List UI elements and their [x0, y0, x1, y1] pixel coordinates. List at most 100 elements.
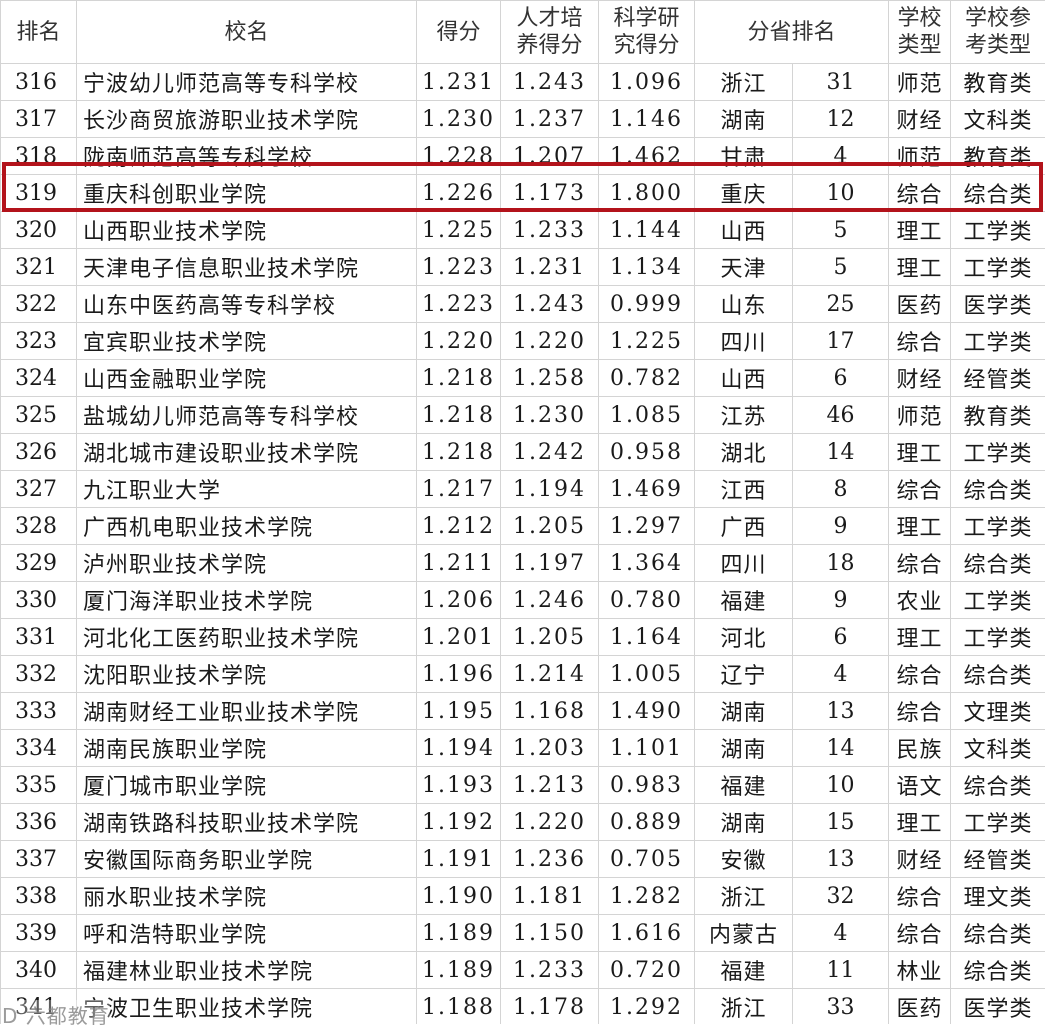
- cell-type: 理工: [888, 618, 952, 656]
- cell-province-rank: 9: [791, 507, 890, 545]
- cell-talent: 1.207: [500, 137, 599, 175]
- cell-name: 山东中医药高等专科学校: [76, 285, 417, 323]
- table-row: 341 宁波卫生职业技术学院 1.188 1.178 1.292 浙江 33 医药 医学类: [0, 988, 1045, 1026]
- cell-province: 四川: [694, 322, 793, 360]
- header-talent-line2: 养得分: [516, 33, 583, 58]
- cell-type: 综合: [888, 914, 952, 952]
- cell-name: 福建林业职业技术学院: [76, 951, 417, 989]
- cell-name: 广西机电职业技术学院: [76, 507, 417, 545]
- cell-name: 湖南铁路科技职业技术学院: [76, 803, 417, 841]
- cell-research: 1.144: [598, 211, 695, 249]
- cell-province-rank: 9: [791, 581, 890, 619]
- cell-name: 陇南师范高等专科学校: [76, 137, 417, 175]
- cell-type: 财经: [888, 100, 952, 138]
- cell-province: 江苏: [694, 396, 793, 434]
- cell-type: 师范: [888, 396, 952, 434]
- cell-reftype: 教育类: [950, 63, 1045, 101]
- cell-talent: 1.181: [500, 877, 599, 915]
- cell-score: 1.223: [416, 248, 501, 286]
- cell-province-rank: 4: [791, 655, 890, 693]
- header-row: 排名 校名 得分 人才培 养得分 科学研 究得分 分省排名 学校 类型 学校参 考类型: [0, 0, 1045, 64]
- cell-rank: 340: [0, 951, 77, 989]
- cell-province-rank: 14: [791, 433, 890, 471]
- cell-province-rank: 8: [791, 470, 890, 508]
- cell-province-rank: 13: [791, 692, 890, 730]
- cell-rank: 337: [0, 840, 77, 878]
- header-type: 学校 类型: [888, 0, 952, 64]
- table-row: 317 长沙商贸旅游职业技术学院 1.230 1.237 1.146 湖南 12 财经 文科类: [0, 100, 1045, 138]
- cell-province-rank: 33: [791, 988, 890, 1026]
- cell-talent: 1.214: [500, 655, 599, 693]
- header-research: 科学研 究得分: [598, 0, 695, 64]
- cell-score: 1.190: [416, 877, 501, 915]
- cell-type: 医药: [888, 285, 952, 323]
- cell-name: 厦门城市职业学院: [76, 766, 417, 804]
- cell-research: 0.780: [598, 581, 695, 619]
- cell-rank: 318: [0, 137, 77, 175]
- table-row: 332 沈阳职业技术学院 1.196 1.214 1.005 辽宁 4 综合 综合类: [0, 655, 1045, 693]
- ranking-table-container: 排名 校名 得分 人才培 养得分 科学研 究得分 分省排名 学校 类型 学校参 考类型 …: [0, 0, 1045, 1032]
- header-research-line2: 究得分: [613, 33, 680, 58]
- cell-province-rank: 12: [791, 100, 890, 138]
- cell-research: 1.146: [598, 100, 695, 138]
- cell-province-rank: 18: [791, 544, 890, 582]
- cell-province: 重庆: [694, 174, 793, 212]
- cell-score: 1.212: [416, 507, 501, 545]
- cell-type: 语文: [888, 766, 952, 804]
- cell-rank: 330: [0, 581, 77, 619]
- cell-province-rank: 14: [791, 729, 890, 767]
- cell-research: 1.297: [598, 507, 695, 545]
- cell-name: 山西职业技术学院: [76, 211, 417, 249]
- cell-rank: 329: [0, 544, 77, 582]
- cell-province: 浙江: [694, 877, 793, 915]
- table-row: 333 湖南财经工业职业技术学院 1.195 1.168 1.490 湖南 13 综合 文理类: [0, 692, 1045, 730]
- cell-score: 1.223: [416, 285, 501, 323]
- cell-province: 福建: [694, 951, 793, 989]
- cell-name: 宜宾职业技术学院: [76, 322, 417, 360]
- cell-name: 山西金融职业学院: [76, 359, 417, 397]
- table-row: 338 丽水职业技术学院 1.190 1.181 1.282 浙江 32 综合 理文类: [0, 877, 1045, 915]
- header-reftype-line1: 学校参: [965, 6, 1032, 31]
- table-row: 326 湖北城市建设职业技术学院 1.218 1.242 0.958 湖北 14 理工 工学类: [0, 433, 1045, 471]
- cell-type: 财经: [888, 359, 952, 397]
- cell-reftype: 综合类: [950, 914, 1045, 952]
- cell-score: 1.230: [416, 100, 501, 138]
- cell-province-rank: 32: [791, 877, 890, 915]
- cell-talent: 1.233: [500, 211, 599, 249]
- cell-score: 1.189: [416, 914, 501, 952]
- cell-province: 山东: [694, 285, 793, 323]
- table-row: 321 天津电子信息职业技术学院 1.223 1.231 1.134 天津 5 理工 工学类: [0, 248, 1045, 286]
- cell-rank: 326: [0, 433, 77, 471]
- cell-reftype: 工学类: [950, 433, 1045, 471]
- cell-reftype: 综合类: [950, 766, 1045, 804]
- cell-province-rank: 11: [791, 951, 890, 989]
- cell-province-rank: 46: [791, 396, 890, 434]
- cell-rank: 327: [0, 470, 77, 508]
- cell-reftype: 工学类: [950, 581, 1045, 619]
- cell-reftype: 文科类: [950, 100, 1045, 138]
- cell-rank: 331: [0, 618, 77, 656]
- cell-province-rank: 10: [791, 766, 890, 804]
- cell-talent: 1.243: [500, 285, 599, 323]
- cell-province-rank: 13: [791, 840, 890, 878]
- cell-reftype: 工学类: [950, 618, 1045, 656]
- cell-name: 重庆科创职业学院: [76, 174, 417, 212]
- cell-type: 综合: [888, 692, 952, 730]
- header-score: 得分: [416, 0, 501, 64]
- cell-rank: 323: [0, 322, 77, 360]
- cell-type: 林业: [888, 951, 952, 989]
- cell-name: 湖北城市建设职业技术学院: [76, 433, 417, 471]
- cell-type: 师范: [888, 137, 952, 175]
- cell-name: 九江职业大学: [76, 470, 417, 508]
- cell-rank: 332: [0, 655, 77, 693]
- cell-rank: 317: [0, 100, 77, 138]
- cell-name: 呼和浩特职业学院: [76, 914, 417, 952]
- cell-reftype: 工学类: [950, 211, 1045, 249]
- header-province-rank: 分省排名: [693, 0, 890, 64]
- header-name: 校名: [76, 0, 417, 64]
- cell-reftype: 工学类: [950, 803, 1045, 841]
- table-row: 340 福建林业职业技术学院 1.189 1.233 0.720 福建 11 林业 综合类: [0, 951, 1045, 989]
- cell-province: 辽宁: [694, 655, 793, 693]
- cell-province-rank: 15: [791, 803, 890, 841]
- cell-type: 综合: [888, 470, 952, 508]
